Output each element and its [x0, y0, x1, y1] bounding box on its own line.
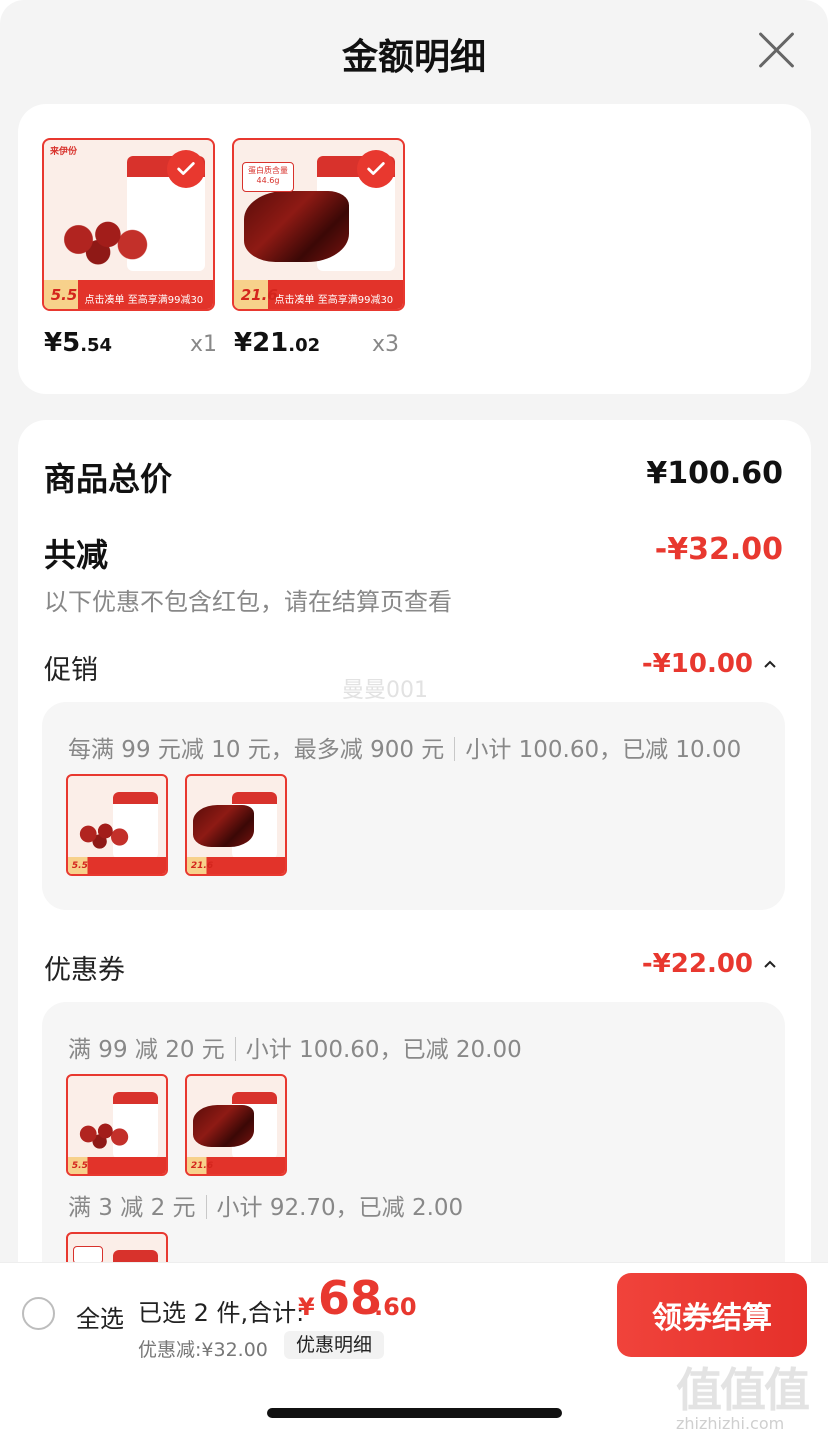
red-dates-image — [54, 214, 153, 266]
coupon-rule: 满 99 减 20 元小计 100.60，已减 20.00 — [68, 1037, 522, 1063]
total-amount-decimal: .60 — [374, 1293, 417, 1321]
product-item[interactable]: 来伊份 点击凑单 至高享满99减30 5.5 ¥5.54 x1 — [42, 138, 222, 358]
coupon-detail-box: 满 99 减 20 元小计 100.60，已减 20.00 5.5 21.6 满… — [42, 1002, 785, 1262]
protein-label: 蛋白质含量 44.6g — [242, 162, 294, 192]
close-icon[interactable] — [756, 30, 796, 70]
coupon-product-thumb: 21.6 — [185, 1074, 287, 1176]
product-image: 蛋白质含量 44.6g 点击凑单 至高享满99减30 21.6 — [232, 138, 405, 311]
discount-note: 以下优惠不包含红包，请在结算页查看 — [44, 588, 452, 616]
coupon-product-thumb — [66, 1232, 168, 1262]
sheet-header: 金额明细 — [0, 0, 828, 104]
promotion-product-thumb: 21.6 — [185, 774, 287, 876]
total-amount: 68 — [318, 1271, 383, 1325]
price-summary-card: 商品总价 ¥100.60 共减 -¥32.00 以下优惠不包含红包，请在结算页查… — [18, 420, 811, 1262]
checkout-bar: 全选 已选 2 件,合计: ¥ 68 .60 优惠减:¥32.00 优惠明细 领… — [0, 1262, 828, 1362]
promotion-rule: 每满 99 元减 10 元，最多减 900 元小计 100.60，已减 10.0… — [68, 737, 742, 763]
product-quantity: x3 — [372, 332, 400, 357]
site-logo: 值值值 — [676, 1363, 810, 1417]
promotion-value: -¥10.00 — [641, 649, 753, 679]
product-image: 来伊份 点击凑单 至高享满99减30 5.5 — [42, 138, 215, 311]
discount-detail-button[interactable]: 优惠明细 — [284, 1331, 385, 1359]
brand-logo: 来伊份 — [50, 147, 78, 157]
amount-detail-sheet: 金额明细 来伊份 点击凑单 至高享满99减30 5.5 ¥5.54 x1 蛋白质… — [0, 0, 828, 1262]
product-price: ¥21.02 — [234, 328, 321, 358]
total-currency: ¥ — [298, 1293, 315, 1321]
discount-amount: 优惠减:¥32.00 — [138, 1339, 268, 1361]
price-tag: 5.5 — [50, 285, 78, 304]
price-tag: 21.6 — [240, 285, 278, 304]
select-all-label[interactable]: 全选 — [76, 1299, 124, 1334]
selected-products-card: 来伊份 点击凑单 至高享满99减30 5.5 ¥5.54 x1 蛋白质含量 44… — [18, 104, 811, 394]
goods-total-label: 商品总价 — [44, 460, 173, 498]
selected-count: 已选 2 件,合计: — [138, 1299, 305, 1327]
product-price: ¥5.54 — [44, 328, 113, 358]
checkmark-icon — [357, 150, 395, 188]
jerky-image — [244, 190, 349, 262]
user-watermark: 曼曼001 — [342, 678, 428, 703]
coupon-value: -¥22.00 — [641, 949, 753, 979]
goods-total-value: ¥100.60 — [646, 456, 783, 491]
coupon-label: 优惠券 — [44, 955, 125, 986]
chevron-up-icon[interactable] — [763, 956, 777, 970]
promotion-detail-box: 每满 99 元减 10 元，最多减 900 元小计 100.60，已减 10.0… — [42, 702, 785, 910]
product-item[interactable]: 蛋白质含量 44.6g 点击凑单 至高享满99减30 21.6 ¥21.02 x… — [232, 138, 412, 358]
coupon-rule: 满 3 减 2 元小计 92.70，已减 2.00 — [68, 1195, 464, 1221]
promotion-product-thumb: 5.5 — [66, 774, 168, 876]
checkmark-icon — [167, 150, 205, 188]
site-watermark: 值值值 zhizhizhi.com — [676, 1354, 826, 1434]
promo-banner-text: 点击凑单 至高享满99减30 — [274, 294, 394, 306]
home-indicator[interactable] — [267, 1408, 562, 1418]
checkout-button[interactable]: 领券结算 — [617, 1273, 807, 1357]
chevron-up-icon[interactable] — [763, 656, 777, 670]
promotion-label: 促销 — [44, 655, 98, 686]
product-quantity: x1 — [190, 332, 218, 357]
total-reduce-value: -¥32.00 — [654, 532, 783, 567]
promo-banner-text: 点击凑单 至高享满99减30 — [84, 294, 204, 306]
sheet-title: 金额明细 — [341, 37, 486, 78]
select-all-radio[interactable] — [22, 1297, 55, 1330]
coupon-product-thumb: 5.5 — [66, 1074, 168, 1176]
total-reduce-label: 共减 — [44, 536, 109, 574]
